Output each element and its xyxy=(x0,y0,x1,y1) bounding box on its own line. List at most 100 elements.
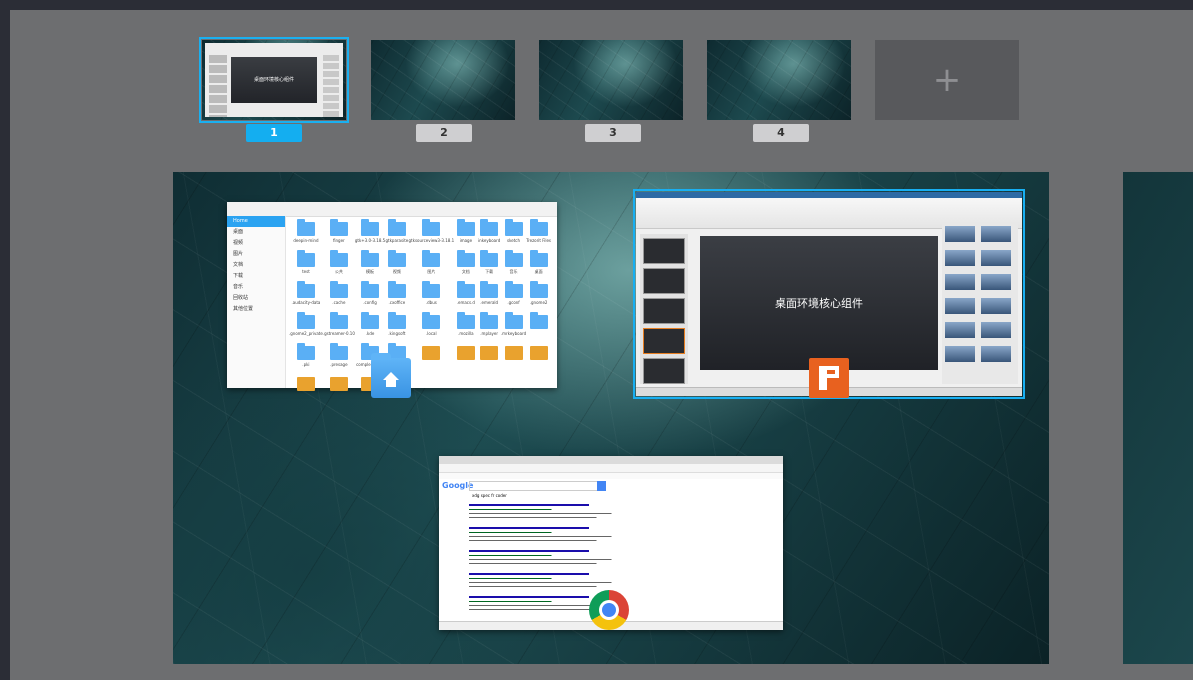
folder-icon xyxy=(422,281,441,298)
workspace-label-3[interactable]: 3 xyxy=(585,124,641,142)
file-item-label: gtk+3.0-3.18.5 xyxy=(354,238,386,243)
folder-icon xyxy=(504,346,523,360)
sidebar-item-documents[interactable]: 文档 xyxy=(227,260,285,271)
file-item-label: .emacs.d xyxy=(456,300,475,305)
folder-icon xyxy=(480,281,499,298)
folder-icon xyxy=(529,346,548,360)
browser-address-bar xyxy=(439,464,783,473)
folder-icon xyxy=(456,281,475,298)
folder-icon xyxy=(504,250,523,267)
search-result[interactable] xyxy=(469,573,619,593)
slide-thumbnail[interactable] xyxy=(643,358,685,384)
workspace-label-1[interactable]: 1 xyxy=(246,124,302,142)
file-item[interactable]: 桌面 xyxy=(526,250,551,284)
sidebar-item-desktop[interactable]: 桌面 xyxy=(227,227,285,238)
file-item[interactable]: .kingsoft xyxy=(385,312,408,346)
file-item[interactable] xyxy=(477,346,500,377)
file-item[interactable]: image xyxy=(454,219,477,253)
search-box[interactable]: xdg spec fr coder xyxy=(469,481,601,498)
workspace-thumbnail-1[interactable]: 桌面环境核心组件 xyxy=(199,37,349,123)
file-item[interactable]: 音乐 xyxy=(501,250,526,284)
file-item[interactable]: .mozilla xyxy=(454,312,477,346)
sidebar-item-music[interactable]: 音乐 xyxy=(227,282,285,293)
sidebar-item-pictures[interactable]: 图片 xyxy=(227,249,285,260)
file-item[interactable]: 模板 xyxy=(355,250,385,284)
file-item[interactable] xyxy=(454,346,477,377)
file-item[interactable]: test xyxy=(289,250,323,284)
folder-icon xyxy=(456,346,475,360)
file-item[interactable]: .gconf xyxy=(501,281,526,315)
file-item[interactable]: .gstreamer-0.10 xyxy=(323,312,355,346)
workspace-label-2[interactable]: 2 xyxy=(416,124,472,142)
workspace-label-4[interactable]: 4 xyxy=(753,124,809,142)
file-item[interactable]: .gnome2_private xyxy=(289,312,323,346)
file-item[interactable]: gtkparasite xyxy=(385,219,408,253)
folder-icon xyxy=(422,346,441,360)
file-item[interactable]: 下载 xyxy=(477,250,500,284)
workspace-thumbnail-2[interactable] xyxy=(371,40,515,120)
folder-icon xyxy=(456,312,475,329)
file-item[interactable]: inkeyboard xyxy=(477,219,500,253)
file-item[interactable]: .cxoffice xyxy=(385,281,408,315)
file-item[interactable] xyxy=(323,377,355,408)
file-item[interactable] xyxy=(501,346,526,377)
folder-icon xyxy=(296,219,315,236)
sidebar-item-videos[interactable]: 视频 xyxy=(227,238,285,249)
workspace-thumbnail-3[interactable] xyxy=(539,40,683,120)
file-item-label: .mplayer xyxy=(480,331,499,336)
slide-canvas[interactable]: 桌面环境核心组件 xyxy=(700,236,938,370)
file-item[interactable]: .cache xyxy=(323,281,355,315)
search-result[interactable] xyxy=(469,550,619,570)
file-item[interactable]: .dbus xyxy=(409,281,455,315)
file-item[interactable]: .local xyxy=(409,312,455,346)
file-grid: deepin-mind finger gtk+3.0-3.18.5 gtkparasi… xyxy=(289,219,551,391)
search-result[interactable] xyxy=(469,504,619,524)
search-result[interactable] xyxy=(469,527,619,547)
file-item[interactable]: gtksourceview3-3.18.1 xyxy=(409,219,454,253)
sidebar-item-downloads[interactable]: 下载 xyxy=(227,271,285,282)
file-item[interactable]: deepin-mind xyxy=(289,219,323,253)
file-item[interactable]: .config xyxy=(355,281,385,315)
file-item[interactable]: finger xyxy=(323,219,355,253)
file-item[interactable]: .emacs.d xyxy=(454,281,477,315)
file-item[interactable]: .mplayer xyxy=(477,312,500,346)
file-item[interactable]: 文档 xyxy=(454,250,477,284)
file-item[interactable]: .gnome2 xyxy=(526,281,551,315)
chrome-app-icon xyxy=(589,590,629,630)
folder-icon xyxy=(529,312,548,329)
file-item[interactable]: .audacity-data xyxy=(289,281,323,315)
folder-icon xyxy=(361,250,380,267)
file-item[interactable]: 图片 xyxy=(409,250,455,284)
folder-icon xyxy=(529,219,548,236)
slide-thumbnail[interactable] xyxy=(643,298,685,324)
sidebar-item-home[interactable]: Home xyxy=(227,216,285,227)
file-item[interactable]: .pki xyxy=(289,343,323,377)
sidebar-item-trash[interactable]: 回收站 xyxy=(227,293,285,304)
file-item[interactable]: 视频 xyxy=(385,250,408,284)
sidebar-item-other-locations[interactable]: 其他位置 xyxy=(227,304,285,315)
file-item[interactable]: .emerald xyxy=(477,281,500,315)
workspace-thumbnail-4[interactable] xyxy=(707,40,851,120)
file-item[interactable]: Trezorit Files xyxy=(526,219,551,253)
wps-presentation-app-icon xyxy=(809,358,849,398)
file-item[interactable] xyxy=(289,377,323,408)
file-item[interactable] xyxy=(409,346,455,377)
file-item[interactable]: .presage xyxy=(323,343,355,377)
search-button[interactable] xyxy=(597,481,606,491)
folder-icon xyxy=(480,250,499,267)
add-workspace-button[interactable]: + xyxy=(875,40,1019,120)
folder-icon xyxy=(296,312,315,329)
file-item[interactable]: .kde xyxy=(355,312,385,346)
slide-thumbnail[interactable] xyxy=(643,238,685,264)
slide-thumbnail[interactable] xyxy=(643,328,685,354)
slide-thumbnail[interactable] xyxy=(643,268,685,294)
file-item[interactable] xyxy=(526,346,551,377)
file-item-label: image xyxy=(459,238,473,243)
file-item[interactable]: gtk+3.0-3.18.5 xyxy=(354,219,386,253)
file-item-label: .cxoffice xyxy=(388,300,406,305)
file-item[interactable]: 公共 xyxy=(323,250,355,284)
file-item[interactable]: .mrkeyboard xyxy=(501,312,526,346)
file-item[interactable]: sketch xyxy=(501,219,526,253)
folder-icon xyxy=(480,219,499,236)
file-item[interactable] xyxy=(526,312,551,346)
